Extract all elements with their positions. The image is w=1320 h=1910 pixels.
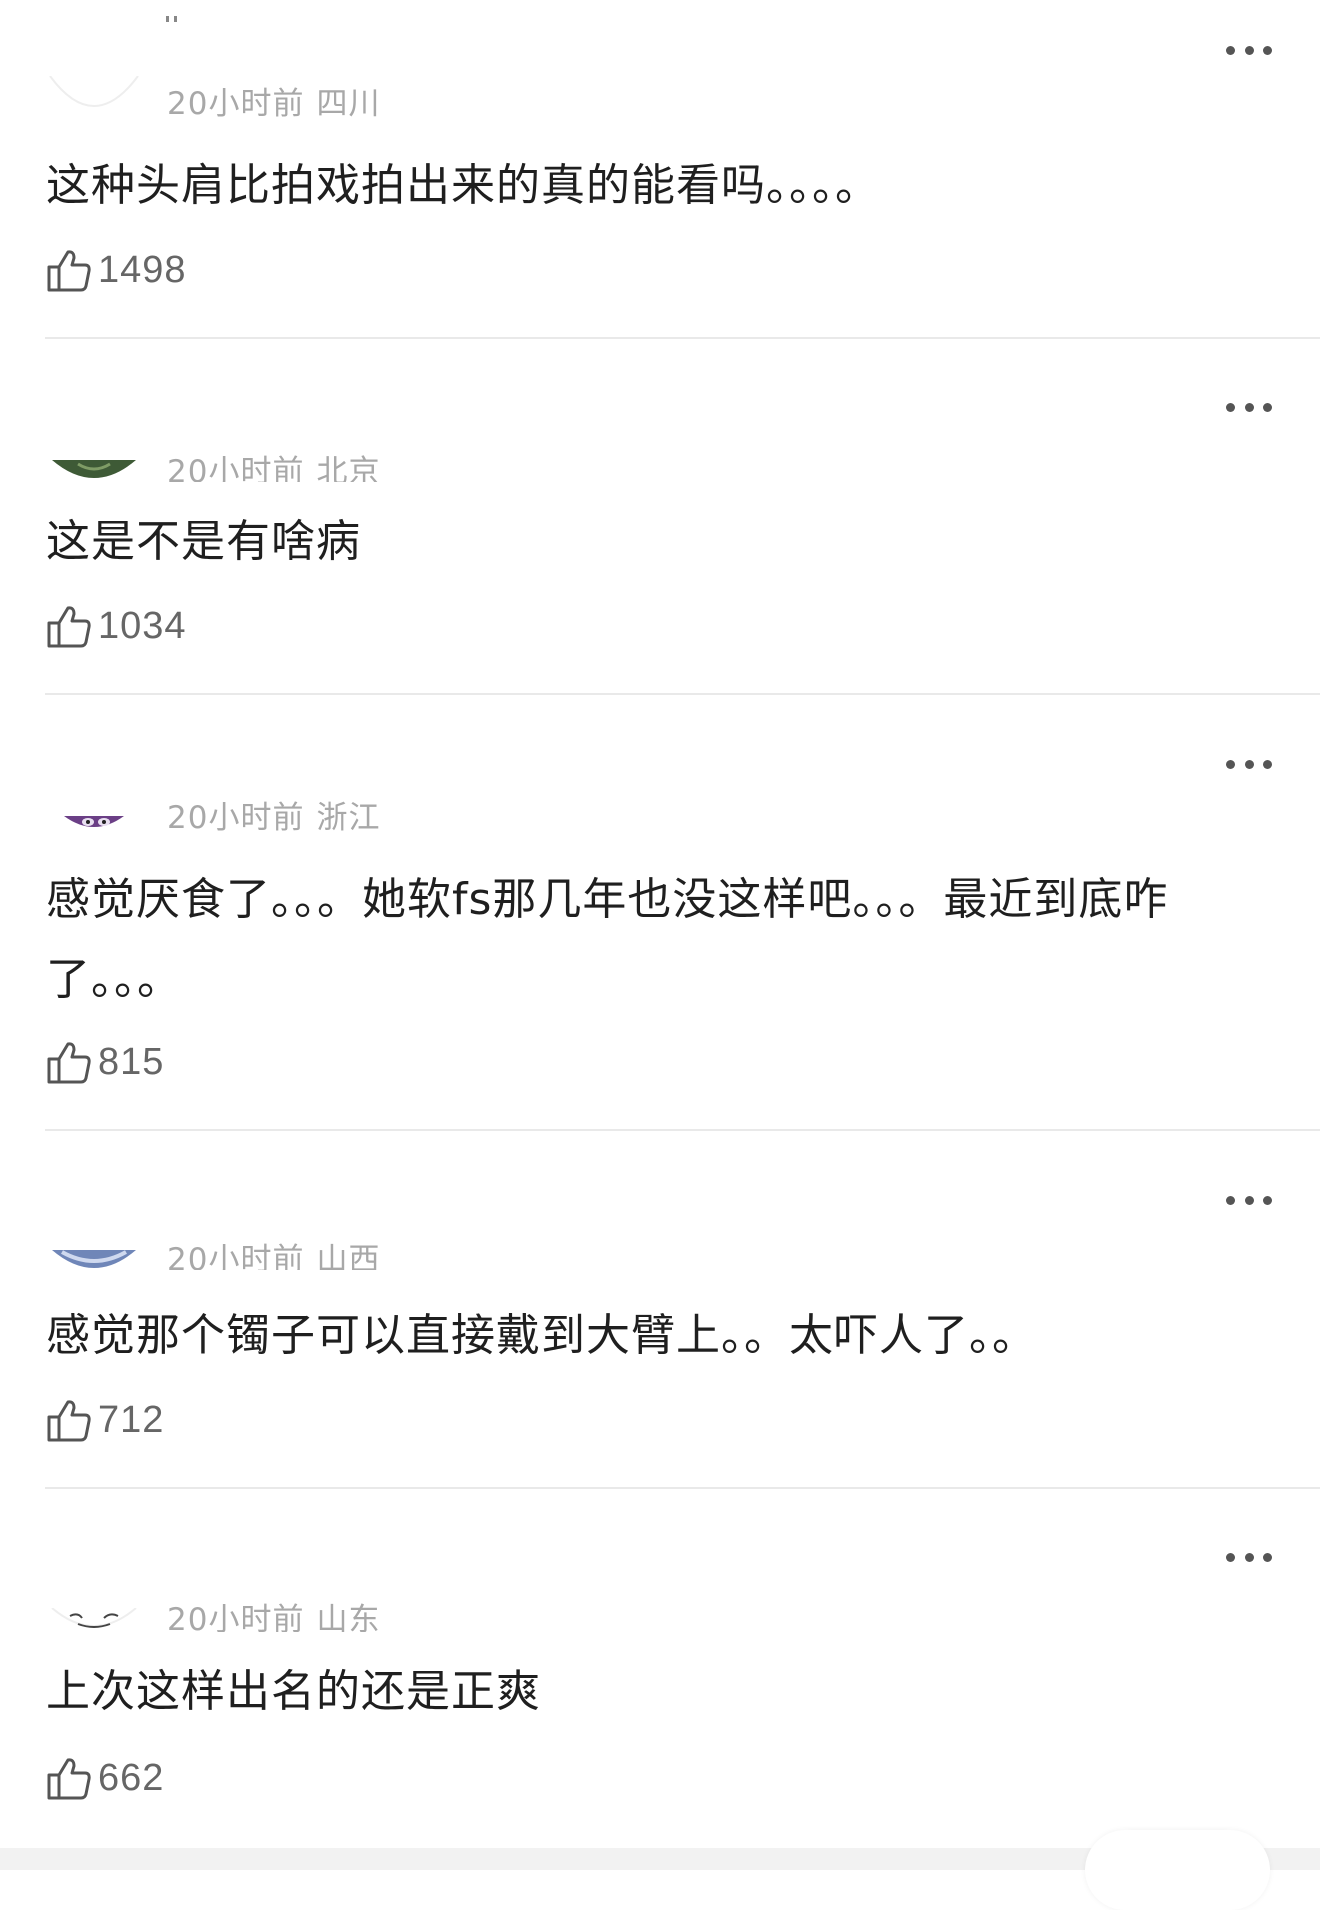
more-dot-icon [1244, 759, 1254, 769]
like-count: 712 [98, 1398, 165, 1441]
comment-location: 浙江 [316, 800, 381, 836]
comment-time: 20小时前 [167, 454, 305, 482]
comment-meta: 20小时前 浙江 [167, 798, 380, 838]
comment-text: 这种头肩比拍戏拍出来的真的能看吗。。。。 [46, 160, 880, 211]
comment-meta: 20小时前 山东 [167, 1600, 380, 1632]
comment-text: 感觉厌食了。。。她软fs那几年也没这样吧。。。最近到底咋了。。。 [46, 874, 1169, 1005]
more-dot-icon [1244, 1552, 1254, 1562]
more-options-button[interactable] [1226, 1547, 1272, 1567]
avatar-image [51, 1608, 137, 1628]
more-dot-icon [1244, 402, 1254, 412]
like-count: 662 [98, 1756, 165, 1799]
more-dot-icon [1244, 1195, 1254, 1205]
thumbs-up-icon [47, 1758, 91, 1800]
more-dot-icon [1263, 402, 1272, 412]
more-dot-icon [1263, 759, 1272, 769]
more-dot-icon [1226, 402, 1235, 412]
more-dot-icon [1263, 1195, 1272, 1205]
avatar-image [52, 1250, 136, 1268]
more-options-button[interactable] [1226, 1190, 1272, 1210]
thumbs-up-icon [47, 606, 91, 648]
like-button[interactable]: 662 [46, 1754, 164, 1802]
like-button[interactable]: 712 [46, 1396, 164, 1444]
more-dot-icon [1263, 45, 1272, 55]
comment-meta: 20小时前 山西 [167, 1240, 380, 1270]
more-options-button[interactable] [1226, 397, 1272, 417]
divider [45, 1487, 1320, 1489]
comment-time: 20小时前 [167, 1242, 305, 1270]
more-dot-icon [1226, 45, 1235, 55]
like-button[interactable]: 1498 [46, 246, 187, 294]
more-options-button[interactable] [1226, 40, 1272, 60]
more-dot-icon [1263, 1552, 1272, 1562]
comment-item: 20小时前 北京 这是不是有啥病 1034 [0, 340, 1320, 696]
comment-text: 这是不是有啥病 [46, 516, 361, 567]
divider [45, 1129, 1320, 1131]
comment-item: 20小时前 四川 这种头肩比拍戏拍出来的真的能看吗。。。。 1498 [0, 0, 1320, 340]
thumbs-up-icon [47, 1400, 91, 1442]
comment-location: 山东 [316, 1602, 381, 1632]
like-count: 815 [98, 1040, 165, 1083]
comment-time: 20小时前 [167, 800, 305, 836]
reply-input-pill[interactable] [1085, 1830, 1270, 1910]
avatar[interactable] [48, 1250, 140, 1274]
comment-item: 20小时前 浙江 感觉厌食了。。。她软fs那几年也没这样吧。。。最近到底咋了。。。… [0, 696, 1320, 1132]
comment-item: 20小时前 山西 感觉那个镯子可以直接戴到大臂上。。太吓人了。。 712 [0, 1132, 1320, 1490]
thumbs-up-icon [47, 1042, 91, 1084]
comment-time: 20小时前 [167, 1602, 305, 1632]
avatar-image [64, 816, 124, 827]
like-button[interactable]: 1034 [46, 602, 187, 650]
comment-item: 20小时前 山东 上次这样出名的还是正爽 662 [0, 1490, 1320, 1848]
comment-meta: 20小时前 北京 [167, 452, 380, 482]
comment-location: 山西 [316, 1242, 381, 1270]
more-dot-icon [1226, 759, 1235, 769]
avatar[interactable] [48, 1608, 140, 1634]
thumbs-up-icon [47, 250, 91, 292]
avatar-image [49, 76, 139, 107]
comment-time: 20小时前 [167, 86, 305, 122]
like-count: 1498 [98, 248, 187, 291]
avatar[interactable] [48, 76, 140, 122]
avatar[interactable] [48, 460, 140, 484]
comment-location: 北京 [316, 454, 381, 482]
comment-text: 上次这样出名的还是正爽 [46, 1666, 541, 1717]
comment-location: 四川 [316, 86, 381, 122]
divider [45, 693, 1320, 695]
like-count: 1034 [98, 604, 187, 647]
avatar[interactable] [48, 814, 140, 838]
more-dot-icon [1226, 1195, 1235, 1205]
comment-meta: 20小时前 四川 [167, 84, 380, 124]
like-button[interactable]: 815 [46, 1038, 164, 1086]
divider [45, 337, 1320, 339]
avatar-image [52, 460, 136, 478]
more-options-button[interactable] [1226, 754, 1272, 774]
more-dot-icon [1226, 1552, 1235, 1562]
more-dot-icon [1244, 45, 1254, 55]
comment-text: 感觉那个镯子可以直接戴到大臂上。。太吓人了。。 [46, 1310, 1037, 1361]
